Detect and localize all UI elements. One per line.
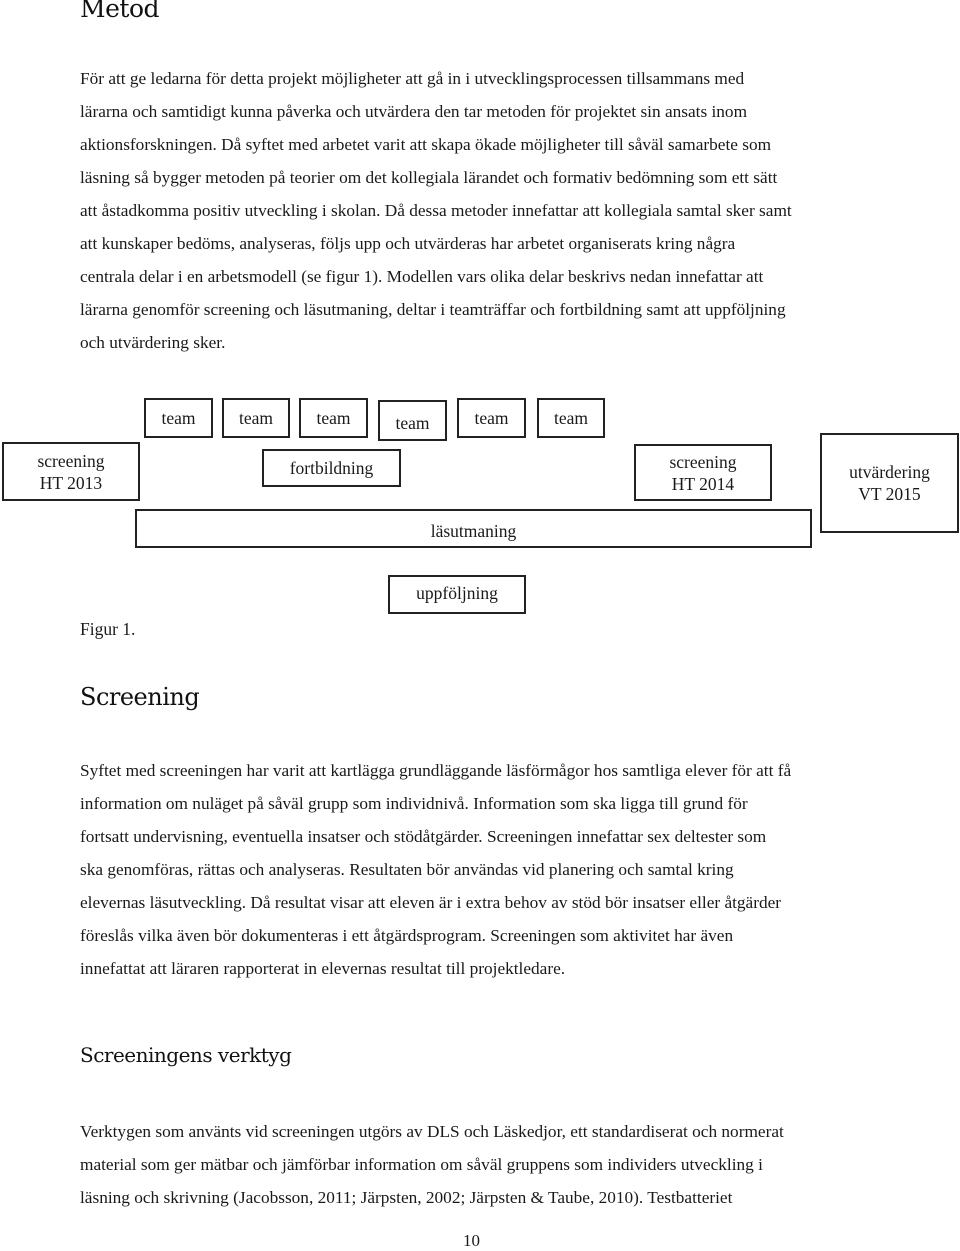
screening-label: screening — [669, 451, 737, 472]
text-line: och utvärdering sker. — [80, 333, 226, 352]
utvardering-label: utvärdering — [849, 462, 930, 482]
text-line: elevernas läsutveckling. Då resultat vis… — [80, 893, 782, 912]
team-label: team — [161, 408, 196, 428]
page-number: 10 — [463, 1231, 480, 1250]
text-line: centrala delar i en arbetsmodell (se fig… — [80, 267, 764, 286]
utvardering-vt2015-box: utvärdering VT 2015 — [820, 433, 959, 533]
team-box: team — [222, 398, 290, 438]
term-label: HT 2013 — [39, 472, 103, 493]
text-line: information om nuläget på såväl grupp so… — [80, 794, 748, 813]
text-line: material som ger mätbar och jämförbar in… — [80, 1155, 763, 1174]
fortbildning-box: fortbildning — [262, 449, 401, 487]
text-line: För att ge ledarna för detta projekt möj… — [80, 69, 745, 88]
uppfoljning-box: uppföljning — [388, 575, 526, 614]
team-box: team — [299, 398, 368, 438]
team-label: team — [316, 408, 351, 428]
text-line: aktionsforskningen. Då syftet med arbete… — [80, 135, 772, 154]
team-box: team — [144, 398, 213, 438]
lasutmaning-box: läsutmaning — [135, 509, 812, 548]
text-line: fortsatt undervisning, eventuella insats… — [80, 827, 767, 846]
screening-ht2014-box: screening HT 2014 — [634, 444, 772, 501]
text-line: föreslås vilka även bör dokumenteras i e… — [80, 926, 734, 945]
team-box: team — [378, 400, 447, 441]
uppfoljning-label: uppföljning — [416, 582, 498, 603]
term-label: VT 2015 — [858, 484, 921, 504]
team-label: team — [238, 408, 273, 428]
text-line: ska genomföras, rättas och analyseras. R… — [80, 860, 734, 879]
fortbildning-label: fortbildning — [289, 458, 374, 478]
heading-metod: Metod — [80, 0, 160, 23]
text-line: Verktygen som använts vid screeningen ut… — [80, 1122, 784, 1141]
text-line: innefattat att läraren rapporterat in el… — [80, 959, 566, 978]
screening-ht2013-box: screening HT 2013 — [2, 442, 140, 501]
text-line: lärarna genomför screening och läsutmani… — [80, 300, 786, 319]
text-line: att åstadkomma positiv utveckling i skol… — [80, 201, 792, 220]
paragraph-verktyg: Verktygen som använts vid screeningen ut… — [80, 1115, 880, 1214]
team-box: team — [457, 398, 526, 438]
text-line: Syftet med screeningen har varit att kar… — [80, 761, 792, 780]
lasutmaning-label: läsutmaning — [430, 520, 517, 541]
screening-label: screening — [37, 450, 105, 471]
team-box: team — [537, 398, 605, 438]
text-line: lärarna och samtidigt kunna påverka och … — [80, 102, 748, 121]
text-line: läsning och skrivning (Jacobsson, 2011; … — [80, 1188, 733, 1207]
text-line: att kunskaper bedöms, analyseras, följs … — [80, 234, 736, 253]
term-label: HT 2014 — [671, 473, 735, 494]
figure-caption: Figur 1. — [80, 619, 136, 639]
paragraph-screening: Syftet med screeningen har varit att kar… — [80, 754, 880, 985]
team-label: team — [474, 408, 509, 428]
text-line: läsning så bygger metoden på teorier om … — [80, 168, 778, 187]
heading-screeningens-verktyg: Screeningens verktyg — [80, 1043, 292, 1067]
paragraph-metod: För att ge ledarna för detta projekt möj… — [80, 62, 880, 359]
team-label: team — [395, 412, 430, 433]
team-label: team — [553, 408, 588, 428]
heading-screening: Screening — [80, 683, 200, 711]
